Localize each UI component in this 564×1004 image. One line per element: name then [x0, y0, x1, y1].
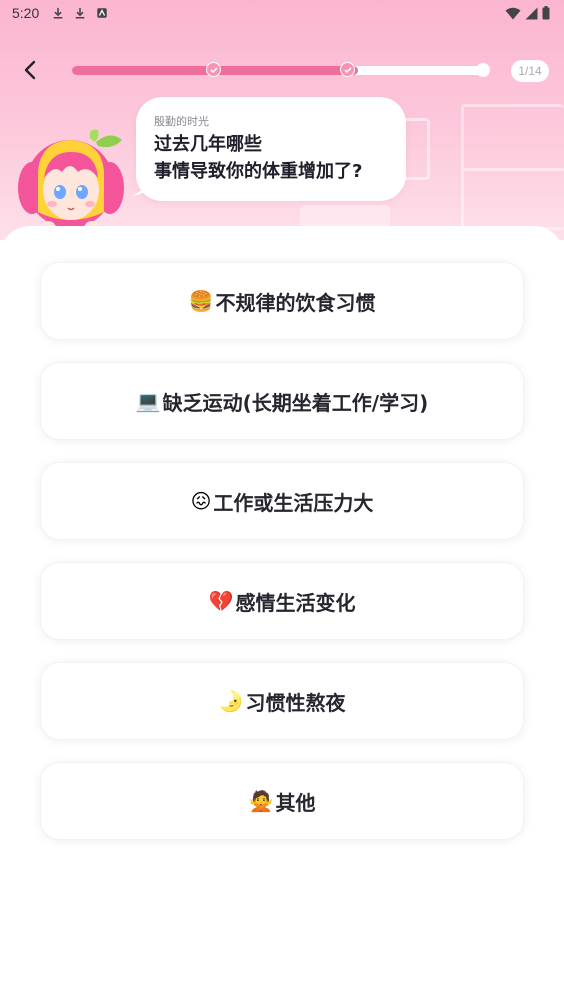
progress-counter: 1/14 — [511, 60, 549, 82]
question-line-2: 事情导致你的体重增加了? — [154, 161, 363, 182]
laptop-icon: 💻 — [135, 389, 161, 413]
check-icon — [343, 66, 352, 73]
app-notification-icon — [97, 8, 107, 18]
progress-bar — [72, 62, 490, 77]
option-stress[interactable]: 😖 工作或生活压力大 — [40, 462, 524, 540]
option-relationship-change[interactable]: 💔 感情生活变化 — [40, 562, 524, 640]
question-sender: 殷勤的时光 — [154, 115, 209, 128]
option-label: 习惯性熬夜 — [245, 690, 346, 715]
back-button[interactable] — [18, 58, 42, 82]
signal-icon — [525, 7, 538, 19]
chevron-left-icon — [24, 60, 36, 80]
crescent-moon-icon: 🌛 — [218, 689, 244, 713]
progress-milestone — [206, 62, 221, 77]
progress-end-marker — [476, 63, 490, 77]
question-bubble: 殷勤的时光 过去几年哪些 事情导致你的体重增加了? — [136, 97, 406, 201]
status-bar: 5:20 — [0, 0, 564, 26]
status-time: 5:20 — [12, 5, 40, 21]
option-other[interactable]: 🙅 其他 — [40, 762, 524, 840]
question-line-1: 过去几年哪些 — [154, 134, 262, 155]
download-icon — [53, 7, 63, 19]
background-shelf-decoration — [461, 104, 564, 230]
answer-options: 🍔 不规律的饮食习惯 💻 缺乏运动(长期坐着工作/学习) 😖 工作或生活压力大 … — [40, 262, 524, 862]
notification-icons — [51, 7, 109, 19]
hamburger-icon: 🍔 — [188, 289, 214, 313]
check-icon — [209, 66, 218, 73]
download-icon — [75, 7, 85, 19]
stressed-face-icon: 😖 — [190, 489, 212, 513]
quiz-screen: 5:20 1/14 殷勤的时光 过去几年哪些 事情导致你的体重增加了? 🍔 不规… — [0, 0, 564, 1004]
option-label: 感情生活变化 — [235, 590, 356, 615]
option-label: 不规律的饮食习惯 — [215, 290, 376, 315]
option-irregular-diet[interactable]: 🍔 不规律的饮食习惯 — [40, 262, 524, 340]
gesturing-no-icon: 🙅 — [248, 789, 274, 813]
broken-heart-icon: 💔 — [208, 589, 234, 613]
wifi-icon — [505, 7, 521, 19]
option-label: 缺乏运动(长期坐着工作/学习) — [162, 390, 429, 415]
battery-icon — [542, 6, 550, 20]
background-shelf-line — [464, 168, 564, 171]
progress-milestone — [340, 62, 355, 77]
question-text: 过去几年哪些 事情导致你的体重增加了? — [154, 131, 362, 185]
system-status-icons — [505, 6, 550, 20]
option-label: 其他 — [275, 790, 316, 815]
option-staying-up-late[interactable]: 🌛 习惯性熬夜 — [40, 662, 524, 740]
mascot-girl-illustration — [18, 129, 124, 231]
option-label: 工作或生活压力大 — [213, 490, 374, 515]
option-lack-of-exercise[interactable]: 💻 缺乏运动(长期坐着工作/学习) — [40, 362, 524, 440]
